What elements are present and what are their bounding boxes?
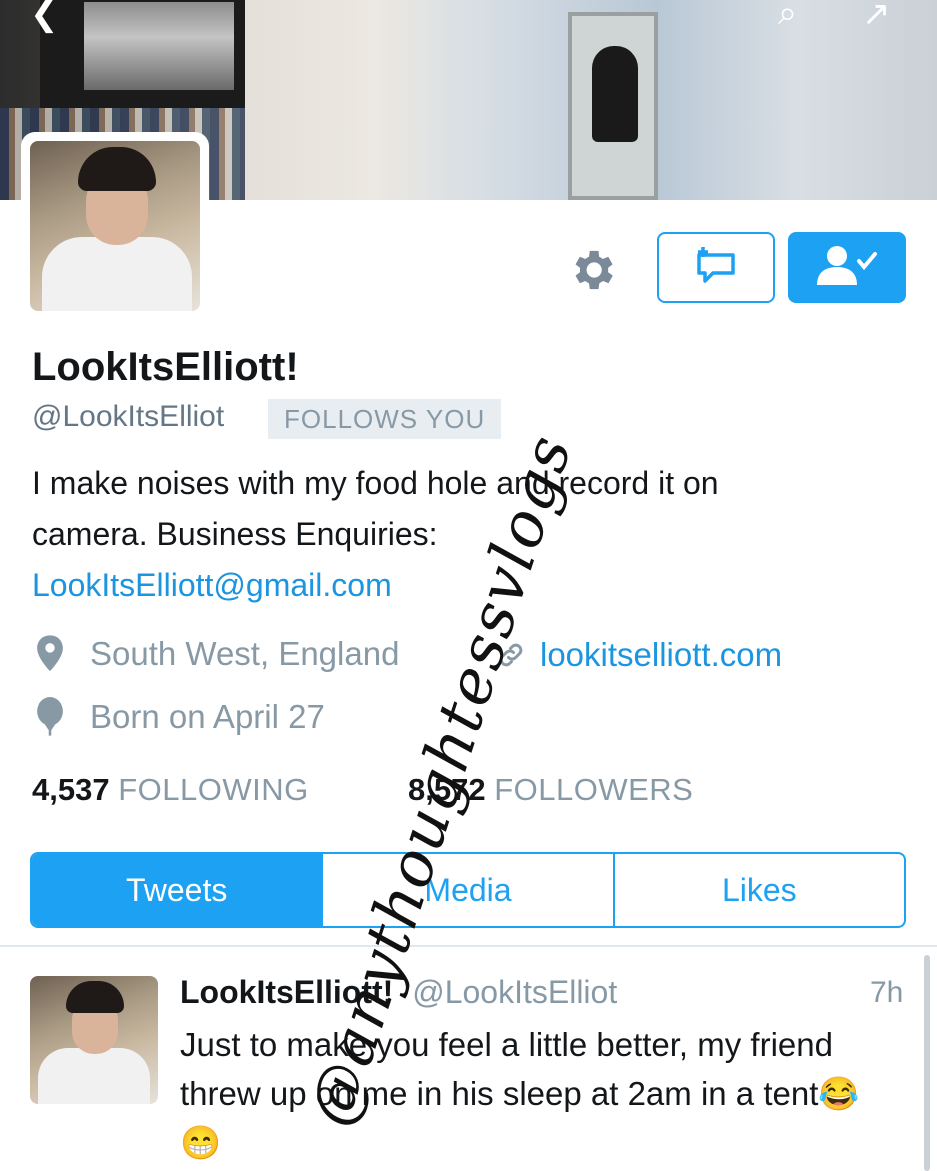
- back-icon[interactable]: ❮: [30, 0, 59, 34]
- balloon-icon: [37, 697, 63, 736]
- search-icon[interactable]: ⌕: [778, 0, 797, 33]
- banner-door: [568, 12, 658, 200]
- following-stat[interactable]: 4,537 FOLLOWING: [32, 772, 309, 808]
- following-button[interactable]: [788, 232, 906, 303]
- profile-handle: @LookItsElliot: [32, 400, 225, 433]
- share-icon[interactable]: ↗: [862, 0, 891, 34]
- profile-avatar-frame: [21, 132, 209, 320]
- tab-tweets[interactable]: Tweets: [32, 854, 322, 926]
- tabs-divider: [0, 945, 937, 947]
- profile-website[interactable]: lookitselliott.com: [496, 636, 782, 674]
- bio-line: I make noises with my food hole and reco…: [32, 465, 719, 501]
- tweet-timestamp: 7h: [870, 976, 904, 1009]
- scrollbar[interactable]: [924, 955, 930, 1171]
- profile-name: LookItsElliott!: [32, 345, 299, 389]
- tab-likes[interactable]: Likes: [612, 854, 904, 926]
- location-pin-icon: [37, 635, 63, 672]
- location-text: South West, England: [90, 635, 400, 672]
- website-link[interactable]: lookitselliott.com: [540, 636, 782, 674]
- profile-tabs: Tweets Media Likes: [30, 852, 906, 928]
- profile-birthday: Born on April 27: [32, 697, 325, 737]
- follows-you-badge: FOLLOWS YOU: [268, 399, 502, 439]
- banner-poster: [40, 0, 245, 108]
- following-user-icon: [815, 243, 879, 292]
- birthday-text: Born on April 27: [90, 698, 325, 735]
- following-label: FOLLOWING: [118, 772, 309, 807]
- tweet-author-handle[interactable]: @LookItsElliot: [412, 974, 617, 1010]
- tweet-text: Just to make you feel a little better, m…: [180, 1026, 860, 1161]
- gear-icon[interactable]: [566, 244, 618, 296]
- direct-message-icon: [693, 245, 739, 290]
- direct-message-button[interactable]: [657, 232, 775, 303]
- avatar[interactable]: [30, 141, 200, 311]
- bio-line: camera. Business Enquiries:: [32, 516, 438, 552]
- tweet-avatar[interactable]: [30, 976, 158, 1104]
- following-count: 4,537: [32, 772, 110, 807]
- followers-label: FOLLOWERS: [494, 772, 694, 807]
- profile-location: South West, England: [32, 634, 399, 674]
